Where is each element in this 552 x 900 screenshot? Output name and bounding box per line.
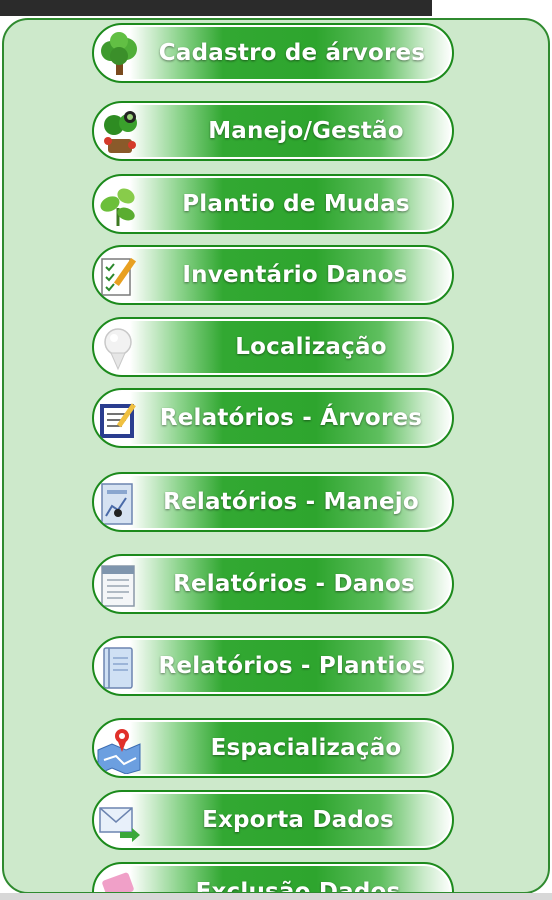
menu-button-label: Relatórios - Danos [173, 571, 415, 597]
menu-button-relatorios-danos[interactable]: Relatórios - Danos [92, 554, 454, 614]
notebook-icon [96, 644, 142, 692]
menu-button-label: Relatórios - Manejo [163, 489, 419, 515]
menu-button-label: Relatórios - Árvores [159, 405, 423, 431]
menu-button-label: Exclusão Dados [195, 879, 401, 894]
map-icon [96, 726, 142, 774]
menu-button-label: Exporta Dados [202, 807, 394, 833]
menu-button-plantio-mudas[interactable]: Plantio de Mudas [92, 174, 454, 234]
main-menu-panel: Cadastro de árvores Manejo/Gestão Planti… [2, 18, 550, 894]
menu-button-cadastro-arvores[interactable]: Cadastro de árvores [92, 23, 454, 83]
menu-button-label: Manejo/Gestão [208, 118, 404, 144]
status-bar [0, 0, 432, 16]
map-pin-icon [96, 325, 142, 373]
menu-button-manejo-gestao[interactable]: Manejo/Gestão [92, 101, 454, 161]
checklist-pencil-icon [96, 253, 142, 301]
menu-button-label: Relatórios - Plantios [158, 653, 426, 679]
menu-button-label: Cadastro de árvores [158, 40, 426, 66]
menu-button-relatorios-manejo[interactable]: Relatórios - Manejo [92, 472, 454, 532]
tree-icon [96, 31, 142, 79]
menu-button-relatorios-arvores[interactable]: Relatórios - Árvores [92, 388, 454, 448]
trimmed-tree-icon [96, 109, 142, 157]
menu-button-relatorios-plantios[interactable]: Relatórios - Plantios [92, 636, 454, 696]
menu-button-exclusao-dados[interactable]: Exclusão Dados [92, 862, 454, 894]
menu-button-exporta-dados[interactable]: Exporta Dados [92, 790, 454, 850]
menu-button-label: Inventário Danos [182, 262, 408, 288]
delete-data-icon [96, 870, 142, 892]
bottom-edge [0, 893, 552, 900]
menu-button-label: Localização [235, 334, 387, 360]
menu-button-espacializacao[interactable]: Espacialização [92, 718, 454, 778]
menu-button-label: Plantio de Mudas [182, 191, 410, 217]
report-edit-icon [96, 396, 142, 444]
report-chart-icon [96, 480, 142, 528]
email-export-icon [96, 798, 142, 846]
menu-button-localizacao[interactable]: Localização [92, 317, 454, 377]
menu-button-inventario-danos[interactable]: Inventário Danos [92, 245, 454, 305]
document-icon [96, 562, 142, 610]
menu-button-label: Espacialização [210, 735, 402, 761]
seedling-icon [96, 182, 142, 230]
